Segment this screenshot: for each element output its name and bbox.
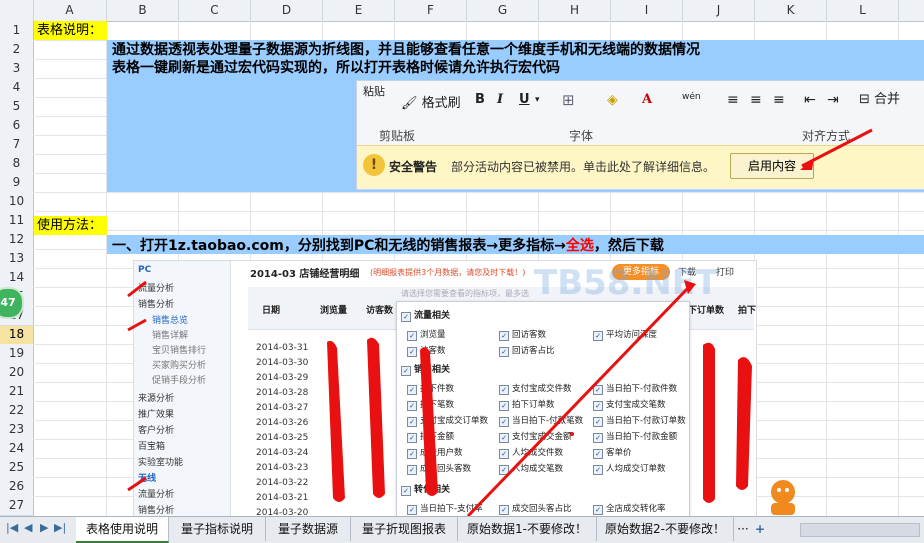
tab-quantum-source[interactable]: 量子数据源: [266, 517, 351, 541]
tab-quantum-metrics[interactable]: 量子指标说明: [169, 517, 266, 541]
last-sheet-icon[interactable]: ▶|: [54, 521, 66, 534]
horizontal-scrollbar[interactable]: [800, 523, 920, 537]
annotation-overlay: [127, 128, 873, 518]
add-sheet-button[interactable]: +: [752, 517, 768, 541]
next-sheet-icon[interactable]: ▶: [40, 521, 48, 534]
first-sheet-icon[interactable]: |◀: [6, 521, 18, 534]
tab-raw-data-2[interactable]: 原始数据2-不要修改！: [597, 517, 734, 541]
sheet-tabs-bar: |◀ ◀ ▶ ▶| 表格使用说明 量子指标说明 量子数据源 量子折现图报表 原始…: [0, 516, 924, 543]
prev-sheet-icon[interactable]: ◀: [24, 521, 32, 534]
tab-quantum-chart[interactable]: 量子折现图报表: [351, 517, 458, 541]
side-floating-badge[interactable]: 47: [0, 287, 24, 319]
tab-raw-data-1[interactable]: 原始数据1-不要修改！: [458, 517, 597, 541]
more-tabs-button[interactable]: ···: [734, 517, 752, 541]
tab-usage-guide[interactable]: 表格使用说明: [76, 517, 169, 543]
